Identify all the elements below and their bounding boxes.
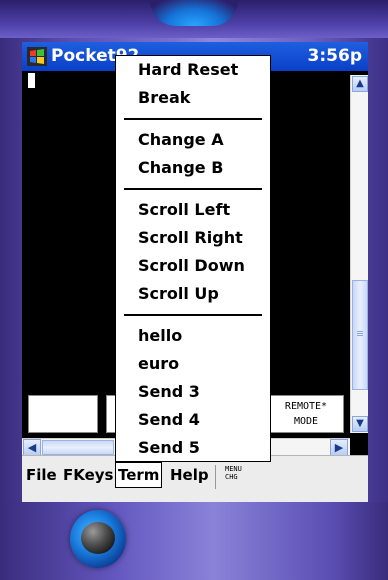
menu-divider	[124, 314, 262, 316]
menu-item-send-4[interactable]: Send 4	[138, 410, 200, 429]
horizontal-scroll-thumb[interactable]	[42, 440, 114, 455]
navigation-pad-center[interactable]	[81, 522, 115, 554]
menu-item-scroll-left[interactable]: Scroll Left	[138, 200, 230, 219]
menu-chg-line-1: MENU	[225, 465, 242, 473]
menu-item-send-5[interactable]: Send 5	[138, 438, 200, 457]
windows-flag-icon[interactable]	[27, 47, 47, 66]
menu-term[interactable]: Term	[115, 462, 163, 488]
menu-item-change-b[interactable]: Change B	[138, 158, 223, 177]
arrow-up-icon[interactable]: ▲	[352, 76, 368, 92]
device-top-bezel	[0, 0, 388, 38]
menu-bar: File FKeys Term Help MENU CHG	[22, 455, 368, 502]
menu-item-change-a[interactable]: Change A	[138, 130, 224, 149]
arrow-left-icon[interactable]: ◀	[23, 439, 41, 456]
clock[interactable]: 3:56p	[308, 46, 362, 66]
text-cursor	[28, 73, 35, 88]
remote-mode-indicator: REMOTE* MODE	[268, 395, 344, 433]
menu-item-hard-reset[interactable]: Hard Reset	[138, 60, 238, 79]
term-popup-menu: Hard Reset Break Change A Change B Scrol…	[115, 55, 271, 462]
menu-file[interactable]: File	[26, 466, 57, 484]
vertical-scroll-thumb[interactable]	[352, 280, 368, 390]
vertical-scrollbar[interactable]: ▲ ▼	[350, 75, 368, 433]
menu-fkeys[interactable]: FKeys	[63, 466, 114, 484]
arrow-down-icon[interactable]: ▼	[352, 416, 368, 432]
menu-item-scroll-up[interactable]: Scroll Up	[138, 284, 219, 303]
menu-item-hello[interactable]: hello	[138, 326, 182, 345]
menu-item-scroll-down[interactable]: Scroll Down	[138, 256, 245, 275]
arrow-right-icon[interactable]: ▶	[330, 439, 348, 456]
menu-change-button[interactable]: MENU CHG	[225, 465, 242, 481]
menu-item-break[interactable]: Break	[138, 88, 190, 107]
menu-item-scroll-right[interactable]: Scroll Right	[138, 228, 243, 247]
menu-item-send-3[interactable]: Send 3	[138, 382, 200, 401]
menu-chg-line-2: CHG	[225, 473, 238, 481]
menu-separator	[215, 465, 216, 489]
menu-help[interactable]: Help	[170, 466, 209, 484]
mode-line-2: MODE	[293, 416, 319, 427]
menu-divider	[124, 188, 262, 190]
grip-icon	[357, 331, 363, 332]
menu-item-euro[interactable]: euro	[138, 354, 179, 373]
device-bottom-bezel	[0, 502, 388, 580]
function-key-box-1[interactable]	[28, 395, 98, 433]
menu-divider	[124, 118, 262, 120]
mode-line-1: REMOTE*	[284, 401, 328, 412]
device-light-indicator	[150, 0, 238, 26]
